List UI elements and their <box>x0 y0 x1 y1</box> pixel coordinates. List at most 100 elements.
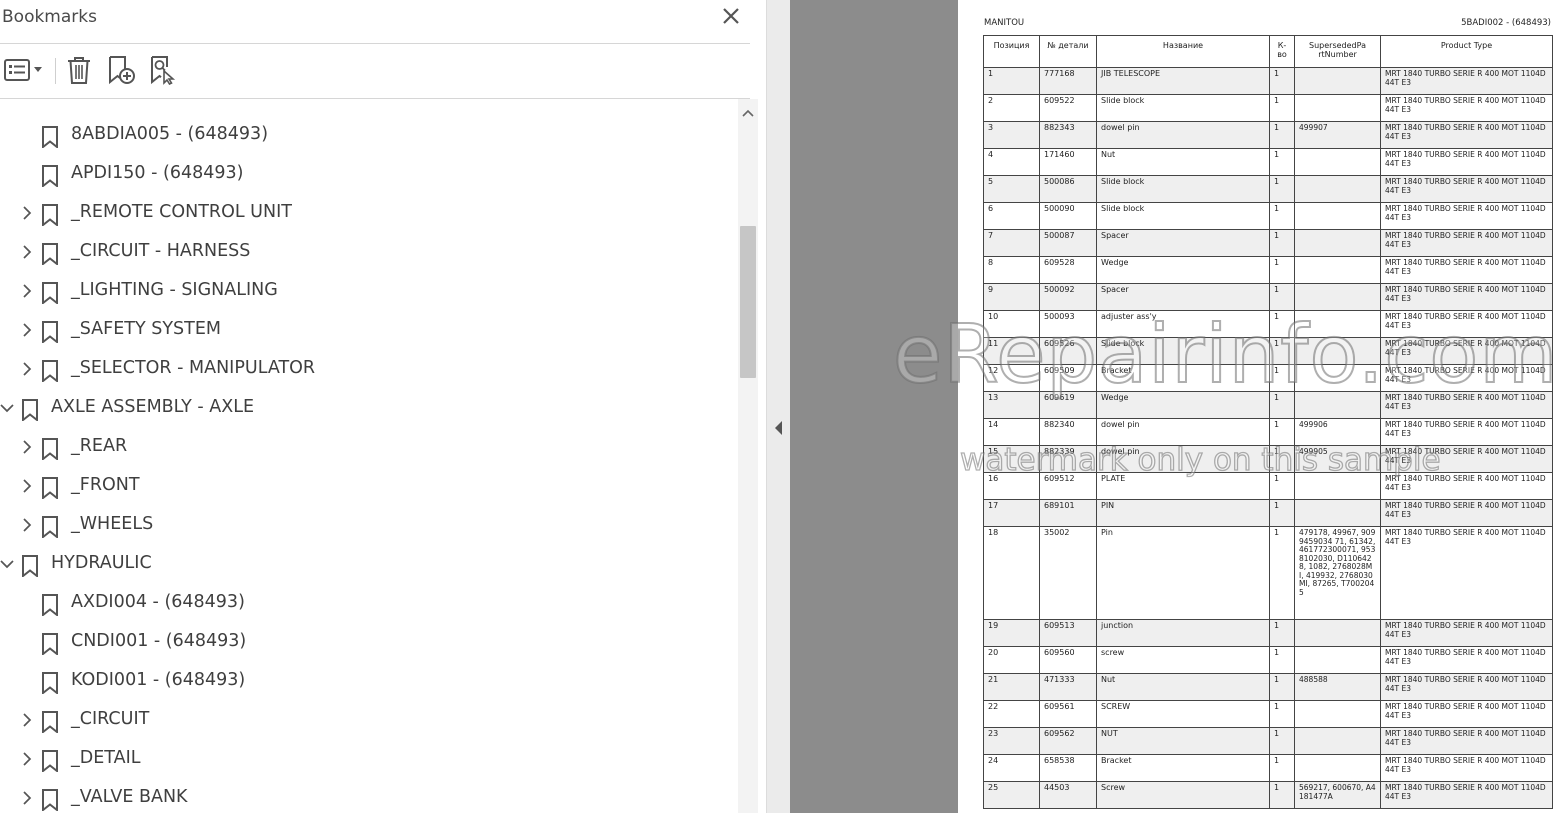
table-row: 19 609513 junction 1 MRT 1840 TURBO SERIE R … <box>983 619 1553 647</box>
product-type-cell: MRT 1840 TURBO SERIE R 400 MOT 1104D 44T… <box>1380 229 1553 257</box>
bookmark-label: 8ABDIA005 - (648493) <box>71 124 269 144</box>
part-number-cell: 609562 <box>1039 727 1097 755</box>
bookmark-item[interactable]: _DETAIL <box>0 740 738 779</box>
close-panel-button[interactable] <box>720 4 742 28</box>
table-row: 16 609512 PLATE 1 MRT 1840 TURBO SERIE R 400… <box>983 472 1553 500</box>
name-cell: PIN <box>1096 499 1270 527</box>
superseded-cell <box>1294 499 1381 527</box>
chevron-down-icon[interactable] <box>0 556 14 572</box>
quantity-cell: 1 <box>1269 364 1295 392</box>
chevron-right-icon[interactable] <box>20 790 34 806</box>
part-number-cell: 471333 <box>1039 673 1097 701</box>
find-current-bookmark-button[interactable] <box>146 53 180 87</box>
table-row: 21 471333 Nut 1 488588 MRT 1840 TURBO SERIE R… <box>983 673 1553 701</box>
part-number-cell: 609619 <box>1039 391 1097 419</box>
bookmark-icon <box>22 555 38 577</box>
close-icon <box>723 8 739 24</box>
position-cell: 2 <box>983 94 1040 122</box>
scroll-up-button[interactable] <box>740 105 756 121</box>
delete-bookmark-button[interactable] <box>62 53 96 87</box>
scrollbar-thumb[interactable] <box>740 226 756 378</box>
superseded-cell <box>1294 67 1381 95</box>
superseded-cell <box>1294 754 1381 782</box>
bookmark-item[interactable]: _FRONT <box>0 467 738 506</box>
bookmark-icon <box>42 672 58 694</box>
chevron-right-icon[interactable] <box>20 439 34 455</box>
bookmark-item[interactable]: _CIRCUIT - HARNESS <box>0 233 738 272</box>
bookmark-item[interactable]: _SAFETY SYSTEM <box>0 311 738 350</box>
table-row: 14 882340 dowel pin 1 499906 MRT 1840 TURBO S… <box>983 418 1553 446</box>
bookmark-item[interactable]: KODI001 - (648493) <box>0 662 738 701</box>
table-row: 17 689101 PIN 1 MRT 1840 TURBO SERIE R 400 M… <box>983 499 1553 527</box>
bookmarks-toolbar <box>0 44 750 98</box>
bookmark-icon <box>42 789 58 811</box>
superseded-cell <box>1294 337 1381 365</box>
bookmark-label: _REMOTE CONTROL UNIT <box>71 202 292 222</box>
quantity-cell: 1 <box>1269 700 1295 728</box>
chevron-right-icon[interactable] <box>20 751 34 767</box>
bookmarks-scrollbar[interactable] <box>738 99 758 813</box>
collapse-arrow-icon[interactable] <box>774 420 784 436</box>
bookmark-icon <box>42 516 58 538</box>
bookmark-item[interactable]: _REAR <box>0 428 738 467</box>
name-cell: dowel pin <box>1096 445 1270 473</box>
quantity-cell: 1 <box>1269 121 1295 149</box>
quantity-cell: 1 <box>1269 229 1295 257</box>
bookmark-item[interactable]: _WHEELS <box>0 506 738 545</box>
bookmark-item[interactable]: _REMOTE CONTROL UNIT <box>0 194 738 233</box>
bookmark-item[interactable]: HYDRAULIC <box>0 545 738 584</box>
chevron-right-icon[interactable] <box>20 283 34 299</box>
bookmark-item[interactable]: APDI150 - (648493) <box>0 155 738 194</box>
superseded-cell <box>1294 283 1381 311</box>
quantity-cell: 1 <box>1269 646 1295 674</box>
bookmark-item[interactable]: CNDI001 - (648493) <box>0 623 738 662</box>
panel-splitter[interactable] <box>766 0 790 813</box>
part-number-cell: 500087 <box>1039 229 1097 257</box>
bookmark-item[interactable]: AXDI004 - (648493) <box>0 584 738 623</box>
chevron-down-icon[interactable] <box>0 400 14 416</box>
superseded-cell <box>1294 364 1381 392</box>
name-cell: dowel pin <box>1096 121 1270 149</box>
chevron-right-icon[interactable] <box>20 361 34 377</box>
part-number-cell: 609528 <box>1039 256 1097 284</box>
product-type-cell: MRT 1840 TURBO SERIE R 400 MOT 1104D 44T… <box>1380 202 1553 230</box>
new-bookmark-button[interactable] <box>104 53 138 87</box>
chevron-right-icon[interactable] <box>20 244 34 260</box>
bookmark-item[interactable]: _VALVE BANK <box>0 779 738 813</box>
bookmark-label: KODI001 - (648493) <box>71 670 246 690</box>
bookmark-item[interactable]: _CIRCUIT <box>0 701 738 740</box>
bookmark-icon <box>42 126 58 148</box>
product-type-cell: MRT 1840 TURBO SERIE R 400 MOT 1104D 44T… <box>1380 700 1553 728</box>
name-cell: Spacer <box>1096 229 1270 257</box>
bookmark-label: _LIGHTING - SIGNALING <box>71 280 278 300</box>
name-cell: Pin <box>1096 526 1270 620</box>
document-code: 5BADI002 - (648493) <box>1461 18 1551 28</box>
parts-table-body: 1 777168 JIB TELESCOPE 1 MRT 1840 TURBO SERI… <box>983 67 1553 809</box>
table-row: 7 500087 Spacer 1 MRT 1840 TURBO SERIE R 400… <box>983 229 1553 257</box>
part-number-cell: 500093 <box>1039 310 1097 338</box>
chevron-right-icon[interactable] <box>20 712 34 728</box>
new-bookmark-icon <box>109 56 135 85</box>
chevron-right-icon[interactable] <box>20 205 34 221</box>
position-cell: 22 <box>983 700 1040 728</box>
quantity-cell: 1 <box>1269 202 1295 230</box>
chevron-right-icon[interactable] <box>20 322 34 338</box>
chevron-right-icon[interactable] <box>20 478 34 494</box>
part-number-cell: 35002 <box>1039 526 1097 620</box>
position-cell: 11 <box>983 337 1040 365</box>
document-page: MANITOU 5BADI002 - (648493) Позиция № де… <box>958 0 1565 813</box>
product-type-cell: MRT 1840 TURBO SERIE R 400 MOT 1104D 44T… <box>1380 754 1553 782</box>
part-number-cell: 689101 <box>1039 499 1097 527</box>
position-cell: 16 <box>983 472 1040 500</box>
bookmark-item[interactable]: 8ABDIA005 - (648493) <box>0 116 738 155</box>
options-menu-button[interactable] <box>2 53 46 87</box>
bookmark-item[interactable]: _LIGHTING - SIGNALING <box>0 272 738 311</box>
toolbar-divider <box>55 58 56 84</box>
bookmark-item[interactable]: _SELECTOR - MANIPULATOR <box>0 350 738 389</box>
position-cell: 3 <box>983 121 1040 149</box>
bookmark-item[interactable]: AXLE ASSEMBLY - AXLE <box>0 389 738 428</box>
part-number-cell: 882339 <box>1039 445 1097 473</box>
name-cell: Slide block <box>1096 337 1270 365</box>
table-row: 8 609528 Wedge 1 MRT 1840 TURBO SERIE R 400 … <box>983 256 1553 284</box>
chevron-right-icon[interactable] <box>20 517 34 533</box>
